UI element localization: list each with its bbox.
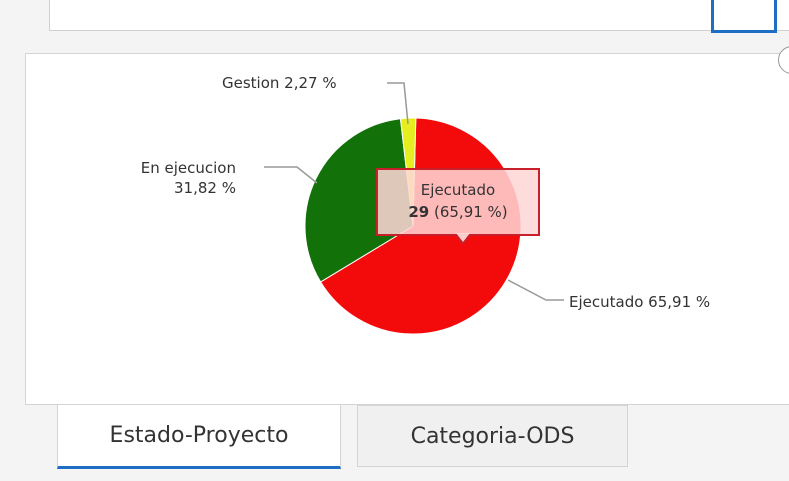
tab-estado-proyecto[interactable]: Estado-Proyecto [57, 405, 341, 469]
tooltip-percent: (65,91 %) [433, 203, 508, 221]
tooltip-title: Ejecutado [420, 181, 496, 199]
tab-categoria-ods[interactable]: Categoria-ODS [357, 405, 628, 467]
tooltip-value-line: 29 (65,91 %) [378, 201, 538, 223]
dashboard-widget: Gestion 2,27 % En ejecucion 31,82 % Ejec… [0, 0, 789, 481]
slice-label-gestion: Gestion 2,27 % [222, 74, 337, 92]
slice-label-en-ejecucion-percent: 31,82 % [174, 179, 236, 197]
tooltip-value: 29 [408, 203, 430, 221]
slice-label-en-ejecucion: En ejecucion 31,82 % [122, 158, 236, 198]
slice-label-ejecutado: Ejecutado 65,91 % [569, 293, 711, 311]
tooltip-arrow-inner [456, 233, 470, 242]
slice-label-en-ejecucion-name: En ejecucion [140, 159, 236, 177]
leader-line-ejecutado [507, 279, 564, 301]
chart-tooltip: Ejecutado 29 (65,91 %) [376, 168, 540, 236]
leader-line-en-ejecucion [264, 166, 318, 184]
